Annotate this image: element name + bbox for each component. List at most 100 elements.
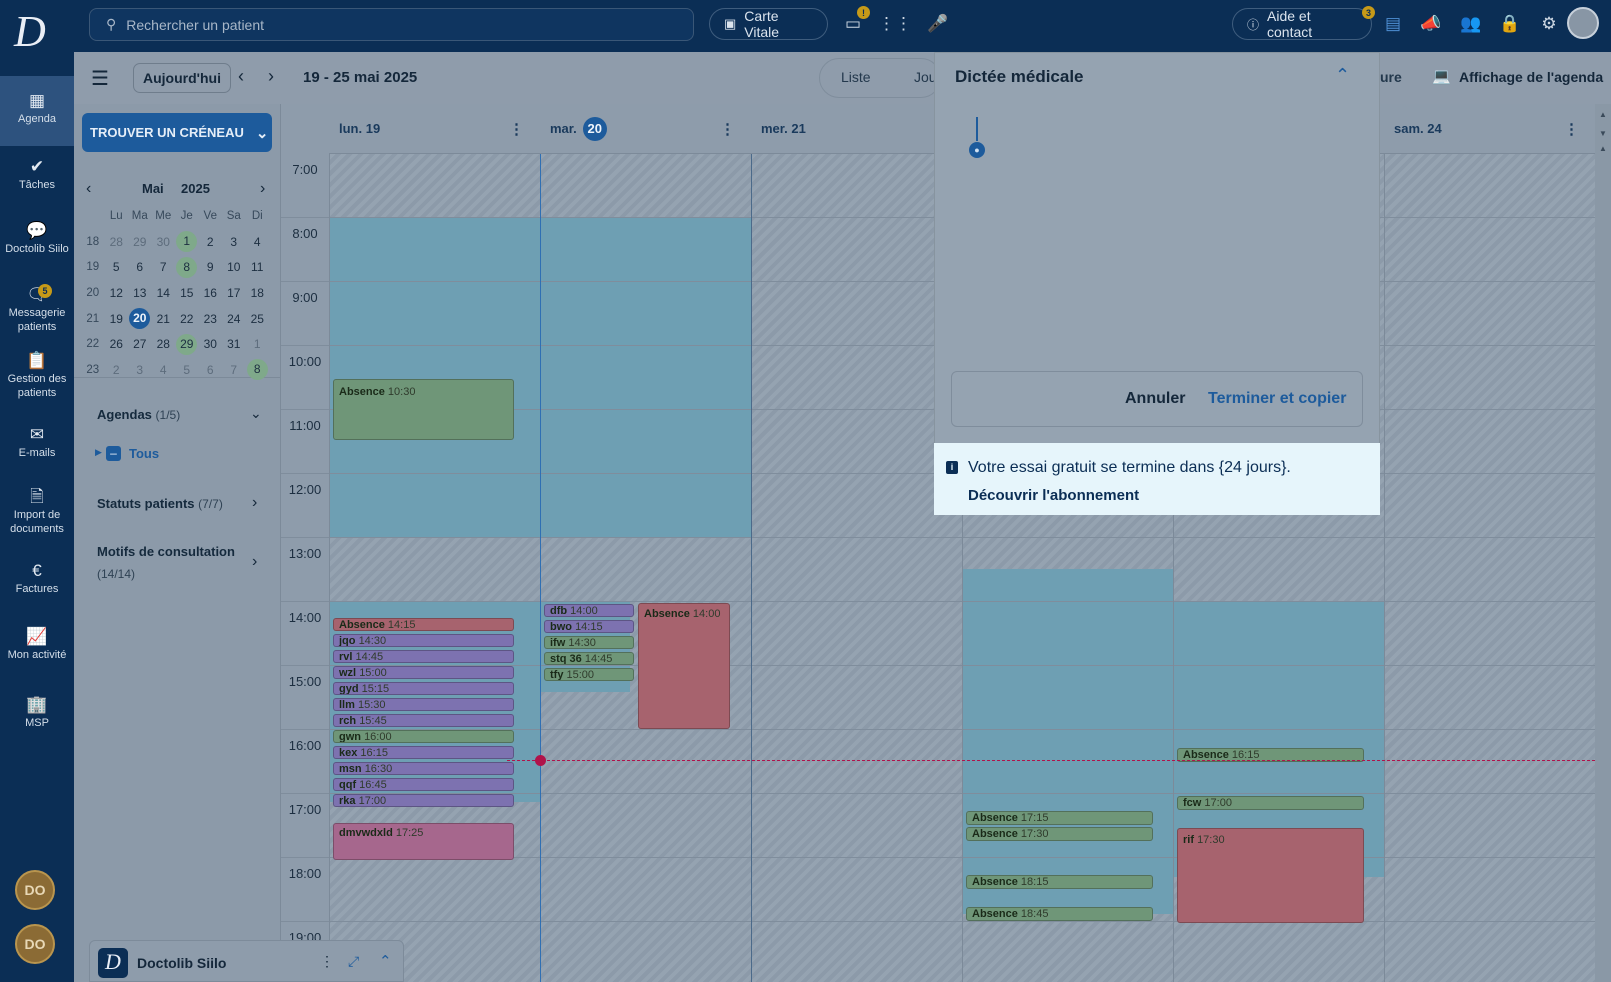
siilo-widget[interactable]: D Doctolib Siilo ⋮ ⤢ ⌃ xyxy=(89,940,404,982)
terminer-copier-button[interactable]: Terminer et copier xyxy=(1208,390,1346,408)
account-avatar-2[interactable]: DO xyxy=(15,924,55,964)
next-week-icon[interactable]: › xyxy=(268,66,274,87)
appointment[interactable]: kex 16:15 xyxy=(333,746,514,759)
mini-cal-month[interactable]: Mai xyxy=(142,181,164,196)
messagerie-badge: 5 xyxy=(38,284,52,298)
nav-agenda[interactable]: ▦ Agenda xyxy=(0,76,74,146)
user-avatar[interactable] xyxy=(1567,7,1599,39)
prev-month-icon[interactable]: ‹ xyxy=(86,180,91,198)
appointment[interactable]: dfb 14:00 xyxy=(544,604,634,617)
day-header-mon[interactable]: lun. 19 ⋮ xyxy=(329,104,540,154)
megaphone-icon[interactable]: 📣 xyxy=(1420,13,1442,35)
affichage-agenda-button[interactable]: Affichage de l'agenda xyxy=(1459,69,1603,85)
hour-label: 16:00 xyxy=(288,738,322,753)
kebab-menu-icon[interactable]: ⋮ xyxy=(320,953,334,970)
motifs-title[interactable]: Motifs de consultation xyxy=(97,544,235,559)
view-liste[interactable]: Liste xyxy=(841,69,871,85)
nav-gestion[interactable]: 📋 Gestion des patients xyxy=(0,352,74,400)
patient-search-input[interactable]: ⚲ Rechercher un patient xyxy=(89,8,694,41)
nav-siilo[interactable]: 💬 Doctolib Siilo xyxy=(0,222,74,256)
expand-icon[interactable]: ⤢ xyxy=(348,953,359,970)
settings-gear-icon[interactable]: ⚙ xyxy=(1538,13,1560,35)
appointment[interactable]: jqo 14:30 xyxy=(333,634,514,647)
appointment[interactable]: Absence 17:15 xyxy=(966,811,1153,825)
chevron-right-icon[interactable]: › xyxy=(252,494,257,512)
annuler-button[interactable]: Annuler xyxy=(1125,390,1185,408)
appointment[interactable]: rka 17:00 xyxy=(333,794,514,807)
subscription-link[interactable]: Découvrir l'abonnement xyxy=(968,487,1139,504)
account-avatar-1[interactable]: DO xyxy=(15,870,55,910)
appointment[interactable]: rif 17:30 xyxy=(1177,828,1364,923)
appointment[interactable]: tfy 15:00 xyxy=(544,668,634,681)
document-scan-icon[interactable]: ▤ xyxy=(1382,13,1404,35)
appointment[interactable]: rvl 14:45 xyxy=(333,650,514,663)
day-header-sat[interactable]: sam. 24 ⋮ xyxy=(1384,104,1595,154)
tous-label[interactable]: Tous xyxy=(129,446,159,461)
waveform-icon[interactable]: ⋮⋮ xyxy=(878,13,912,35)
day-header-wed[interactable]: mer. 21 xyxy=(751,104,962,154)
appointment[interactable]: Absence 18:45 xyxy=(966,907,1153,921)
today-button[interactable]: Aujourd'hui xyxy=(133,63,231,93)
appointment[interactable]: fcw 17:00 xyxy=(1177,796,1364,810)
chevron-down-icon[interactable]: ⌄ xyxy=(250,405,262,422)
kebab-menu-icon[interactable]: ⋮ xyxy=(1564,120,1579,138)
appointment[interactable]: Absence 14:15 xyxy=(333,618,514,631)
kebab-menu-icon[interactable]: ⋮ xyxy=(509,120,524,138)
nav-msp[interactable]: 🏢 MSP xyxy=(0,696,74,730)
microphone-icon[interactable]: 🎤 xyxy=(927,13,949,35)
weekday-row: Lu Ma Me Je Ve Sa Di xyxy=(81,203,269,229)
prev-week-icon[interactable]: ‹ xyxy=(238,66,244,87)
appointment[interactable]: llm 15:30 xyxy=(333,698,514,711)
collapse-chevron-icon[interactable]: ⌃ xyxy=(1335,65,1350,86)
nav-taches[interactable]: ✔ Tâches xyxy=(0,158,74,192)
weekday: Ve xyxy=(203,209,217,222)
appointment[interactable]: dmvwdxld 17:25 xyxy=(333,823,514,860)
nav-import[interactable]: 🗎 Import de documents xyxy=(0,488,74,536)
tous-checkbox[interactable]: – xyxy=(106,446,121,461)
nav-activite[interactable]: 📈 Mon activité xyxy=(0,627,74,662)
chevron-down-icon: ⌄ xyxy=(255,124,269,142)
nav-emails[interactable]: ✉ E-mails xyxy=(0,426,74,460)
nav-factures[interactable]: € Factures xyxy=(0,562,74,596)
statuts-section[interactable]: Statuts patients (7/7) xyxy=(97,496,223,511)
hour-label: 10:00 xyxy=(288,354,322,369)
agendas-title: Agendas xyxy=(97,407,152,422)
scrollbar[interactable]: ▲ ▼ ▲ xyxy=(1595,104,1611,982)
menu-icon[interactable]: ☰ xyxy=(91,66,109,91)
appointment[interactable]: Absence 18:15 xyxy=(966,875,1153,889)
day-column-wed[interactable] xyxy=(751,104,962,982)
appointment[interactable]: gyd 15:15 xyxy=(333,682,514,695)
next-month-icon[interactable]: › xyxy=(260,180,265,198)
carte-vitale-button[interactable]: ▣ Carte Vitale xyxy=(709,8,828,40)
appointment[interactable]: qqf 16:45 xyxy=(333,778,514,791)
appointment[interactable]: bwo 14:15 xyxy=(544,620,634,633)
nav-messagerie[interactable]: 🗨 5 Messagerie patients xyxy=(0,284,74,334)
weekday: Ma xyxy=(131,209,148,222)
recording-mic-icon[interactable]: ● xyxy=(969,142,985,158)
appointment[interactable]: Absence 14:00 xyxy=(638,603,730,729)
appointment[interactable]: msn 16:30 xyxy=(333,762,514,775)
appointment[interactable]: gwn 16:00 xyxy=(333,730,514,743)
aide-contact-button[interactable]: ⓘ Aide et contact xyxy=(1232,8,1372,40)
caret-right-icon[interactable]: ▶ xyxy=(95,447,102,458)
appointment[interactable]: rch 15:45 xyxy=(333,714,514,727)
appointment[interactable]: wzl 15:00 xyxy=(333,666,514,679)
chevron-up-icon[interactable]: ⌃ xyxy=(379,952,392,970)
chevron-right-icon[interactable]: › xyxy=(252,553,257,571)
agendas-section[interactable]: Agendas (1/5) xyxy=(97,407,180,422)
day-header-tue[interactable]: mar. 20 ⋮ xyxy=(540,104,751,154)
doctolib-logo[interactable]: D xyxy=(14,10,56,56)
view-semaine-partial[interactable]: ure xyxy=(1380,69,1402,85)
day-column-sat[interactable] xyxy=(1384,104,1595,982)
appointment[interactable]: Absence 17:30 xyxy=(966,827,1153,841)
mini-cal-year[interactable]: 2025 xyxy=(181,181,210,196)
team-icon[interactable]: 👥 xyxy=(1460,13,1482,35)
day-column-tue[interactable] xyxy=(540,104,751,982)
kebab-menu-icon[interactable]: ⋮ xyxy=(720,120,735,138)
chart-line-icon: 📈 xyxy=(26,627,48,646)
appointment[interactable]: ifw 14:30 xyxy=(544,636,634,649)
lock-icon[interactable]: 🔒 xyxy=(1499,13,1521,35)
appointment[interactable]: stq 36 14:45 xyxy=(544,652,634,665)
trouver-creneau-button[interactable]: TROUVER UN CRÉNEAU ⌄ xyxy=(82,113,272,152)
appointment[interactable]: Absence 10:30 xyxy=(333,379,514,440)
